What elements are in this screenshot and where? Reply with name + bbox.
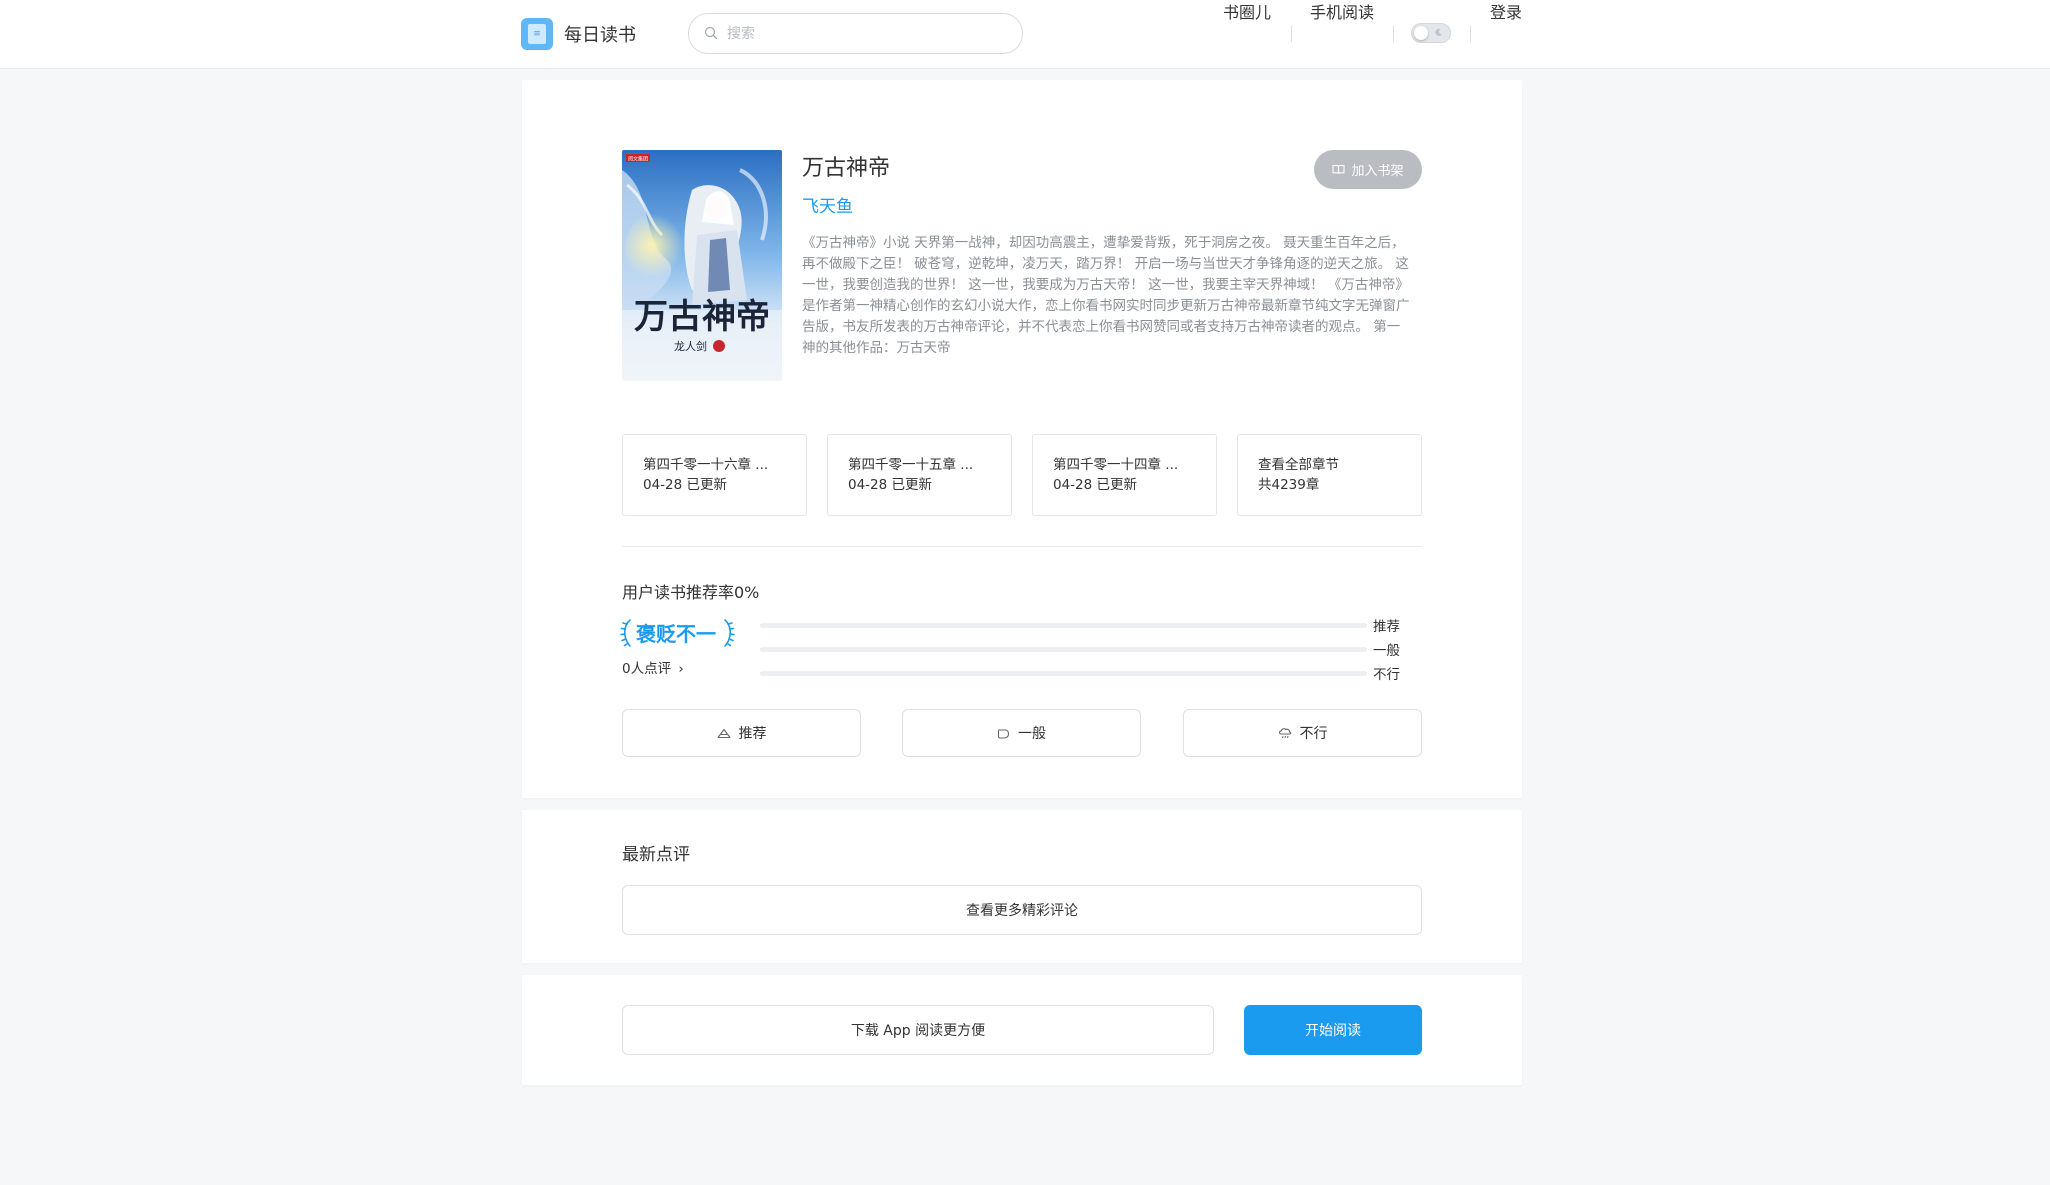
cover-publisher-badge: 阅文集团 <box>628 156 648 163</box>
rating-bar-row: 一般 <box>760 637 1440 661</box>
nav-divider <box>1393 26 1394 42</box>
vote-neutral-label: 一般 <box>1018 726 1046 742</box>
chapter-status: 04-28 已更新 <box>848 477 933 493</box>
rating-bar-track <box>760 623 1367 628</box>
search-box[interactable] <box>688 13 1023 54</box>
cover-title-text: 万古神帝 <box>634 297 770 337</box>
book-logo-icon: ≡ <box>521 18 553 50</box>
rating-bar-track <box>760 671 1367 676</box>
nav-link-circle[interactable]: 书圈儿 <box>1223 0 1271 26</box>
review-count-link[interactable]: 0人点评 › <box>622 657 684 677</box>
thumbs-down-icon <box>1278 727 1291 738</box>
book-description: 《万古神帝》小说 天界第一战神，却因功高震主，遭挚爱背叛，死于洞房之夜。 聂天重… <box>802 235 1410 356</box>
nav-divider <box>1470 26 1471 42</box>
rating-badge: 褒贬不一 <box>620 616 735 650</box>
thumbs-up-icon <box>716 728 731 739</box>
latest-reviews-title: 最新点评 <box>622 845 690 865</box>
chapter-status: 04-28 已更新 <box>1053 477 1138 493</box>
rating-bar-track <box>760 647 1367 652</box>
chapter-list: 第四千零一十六章 ... 04-28 已更新 第四千零一十五章 ... 04-2… <box>622 434 1422 516</box>
book-cover[interactable]: 万古神帝 龙人剑 阅文集团 <box>622 150 782 381</box>
vote-bad-label: 不行 <box>1299 726 1328 742</box>
rating-bar-row: 推荐 <box>760 613 1440 637</box>
reading-actions-card: 下载 App 阅读更方便 开始阅读 <box>522 975 1522 1085</box>
chapter-card[interactable]: 第四千零一十五章 ... 04-28 已更新 <box>827 434 1012 516</box>
chevron-right-icon: › <box>678 661 684 677</box>
vote-neutral-button[interactable]: 一般 <box>902 709 1141 757</box>
add-to-shelf-button[interactable]: 加入书架 <box>1314 150 1422 189</box>
chapter-status: 04-28 已更新 <box>643 477 728 493</box>
brand-name: 每日读书 <box>564 25 636 46</box>
nav-link-mobile-reading[interactable]: 手机阅读 <box>1310 0 1374 26</box>
book-cover-art: 万古神帝 龙人剑 阅文集团 <box>622 150 782 381</box>
vote-recommend-label: 推荐 <box>738 726 767 742</box>
rating-bar-label: 推荐 <box>1373 619 1400 635</box>
vote-bad-button[interactable]: 不行 <box>1183 709 1422 757</box>
start-reading-button[interactable]: 开始阅读 <box>1244 1005 1422 1055</box>
dark-mode-toggle[interactable] <box>1411 23 1451 43</box>
all-chapters-label: 查看全部章节 <box>1258 457 1339 473</box>
latest-reviews-card: 最新点评 查看更多精彩评论 <box>522 810 1522 963</box>
rating-badge-text: 褒贬不一 <box>636 622 716 646</box>
chapter-title: 第四千零一十六章 ... <box>643 457 769 473</box>
chapter-card[interactable]: 第四千零一十六章 ... 04-28 已更新 <box>622 434 807 516</box>
add-to-shelf-label: 加入书架 <box>1351 164 1404 179</box>
top-navigation-bar: ≡ 每日读书 书圈儿 手机阅读 登录 <box>0 0 2050 69</box>
rating-bar-row: 不行 <box>760 661 1440 685</box>
nav-divider <box>1291 26 1292 42</box>
chapter-card[interactable]: 第四千零一十四章 ... 04-28 已更新 <box>1032 434 1217 516</box>
cover-author-text: 龙人剑 <box>674 339 707 353</box>
more-reviews-button[interactable]: 查看更多精彩评论 <box>622 885 1422 935</box>
review-count-text: 0人点评 <box>622 661 672 677</box>
neutral-hand-icon <box>997 728 1010 739</box>
chapter-title: 第四千零一十四章 ... <box>1053 457 1179 473</box>
open-book-icon <box>1332 164 1346 175</box>
book-detail-card: 万古神帝 龙人剑 阅文集团 万古神帝 飞天鱼 加入书架 《万古神帝》小说 天界第… <box>522 80 1522 798</box>
section-divider <box>622 546 1422 547</box>
search-icon <box>704 26 718 40</box>
brand[interactable]: ≡ 每日读书 <box>521 17 636 51</box>
book-author-link[interactable]: 飞天鱼 <box>802 192 853 217</box>
chapter-total-count: 共4239章 <box>1258 477 1320 493</box>
moon-icon <box>1435 28 1442 36</box>
rating-bar-label: 一般 <box>1373 643 1400 659</box>
download-app-button[interactable]: 下载 App 阅读更方便 <box>622 1005 1214 1055</box>
nav-link-login[interactable]: 登录 <box>1490 0 1522 26</box>
book-title: 万古神帝 <box>802 156 891 181</box>
search-input[interactable] <box>725 22 1009 46</box>
recommend-rate-title: 用户读书推荐率0% <box>622 583 760 602</box>
publisher-seal-icon <box>713 340 725 352</box>
vote-recommend-button[interactable]: 推荐 <box>622 709 861 757</box>
chapter-title: 第四千零一十五章 ... <box>848 457 974 473</box>
rating-bar-label: 不行 <box>1373 667 1400 683</box>
all-chapters-card[interactable]: 查看全部章节 共4239章 <box>1237 434 1422 516</box>
toggle-knob <box>1414 26 1428 40</box>
